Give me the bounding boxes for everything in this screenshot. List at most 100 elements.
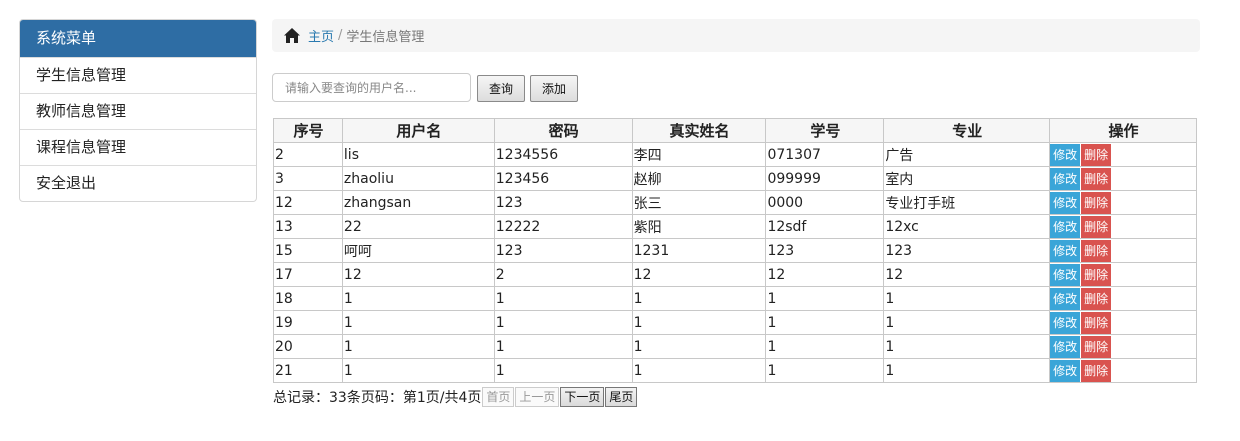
cell-major: 12 [883,262,1051,287]
delete-button[interactable]: 删除 [1081,311,1112,334]
table-row: 13 22 12222 紫阳 12sdf 12xc 修改 删除 [273,214,1197,239]
cell-id: 18 [273,286,343,311]
column-header-username: 用户名 [341,118,495,143]
column-header-id: 序号 [273,118,343,143]
sidebar-header: 系统菜单 [20,20,256,57]
cell-student-no: 071307 [765,142,885,167]
table-row: 2 lis 1234556 李四 071307 广告 修改 删除 [273,142,1197,167]
edit-button[interactable]: 修改 [1050,143,1081,166]
delete-button[interactable]: 删除 [1081,335,1112,358]
table-row: 20 1 1 1 1 1 修改 删除 [273,334,1197,359]
cell-realname: 1 [631,334,767,359]
column-header-major: 专业 [883,118,1051,143]
cell-student-no: 1 [765,358,885,383]
first-page-button[interactable]: 首页 [482,387,515,407]
cell-student-no: 123 [765,238,885,263]
cell-major: 室内 [883,166,1051,191]
cell-major: 广告 [883,142,1051,167]
cell-realname: 1 [631,286,767,311]
cell-student-no: 1 [765,334,885,359]
breadcrumb: 主页 / 学生信息管理 [272,19,1200,52]
cell-id: 3 [273,166,343,191]
cell-student-no: 12 [765,262,885,287]
cell-username: 呵呵 [341,238,495,263]
edit-button[interactable]: 修改 [1050,263,1081,286]
cell-username: lis [341,142,495,167]
add-button[interactable]: 添加 [530,75,578,102]
edit-button[interactable]: 修改 [1050,167,1081,190]
cell-actions: 修改 删除 [1049,262,1197,287]
cell-major: 1 [883,334,1051,359]
cell-actions: 修改 删除 [1049,286,1197,311]
delete-button[interactable]: 删除 [1081,359,1112,382]
delete-button[interactable]: 删除 [1081,287,1112,310]
search-input[interactable] [272,73,471,102]
cell-username: 22 [341,214,495,239]
cell-id: 20 [273,334,343,359]
cell-major: 1 [883,310,1051,335]
cell-realname: 1 [631,310,767,335]
cell-id: 13 [273,214,343,239]
edit-button[interactable]: 修改 [1050,359,1081,382]
cell-student-no: 1 [765,310,885,335]
cell-username: 1 [341,358,495,383]
breadcrumb-home-link[interactable]: 主页 [308,26,334,45]
cell-username: 1 [341,286,495,311]
cell-password: 1 [493,286,633,311]
cell-student-no: 1 [765,286,885,311]
delete-button[interactable]: 删除 [1081,239,1112,262]
cell-password: 1234556 [493,142,633,167]
column-header-password: 密码 [493,118,633,143]
cell-major: 专业打手班 [883,190,1051,215]
table-row: 15 呵呵 123 1231 123 123 修改 删除 [273,238,1197,263]
sidebar-item-teacher[interactable]: 教师信息管理 [20,93,256,129]
cell-password: 1 [493,310,633,335]
next-page-button[interactable]: 下一页 [560,387,605,407]
cell-actions: 修改 删除 [1049,238,1197,263]
pagination: 总记录：33条页码：第1页/共4页 首页 上一页 下一页 尾页 [273,386,638,408]
sidebar-item-student[interactable]: 学生信息管理 [20,57,256,93]
prev-page-button[interactable]: 上一页 [515,387,560,407]
column-header-actions: 操作 [1049,118,1197,143]
cell-password: 2 [493,262,633,287]
home-icon[interactable] [284,28,300,43]
search-button[interactable]: 查询 [477,75,525,102]
cell-password: 123 [493,238,633,263]
cell-password: 1 [493,334,633,359]
delete-button[interactable]: 删除 [1081,215,1112,238]
cell-username: zhangsan [341,190,495,215]
edit-button[interactable]: 修改 [1050,215,1081,238]
sidebar-item-logout[interactable]: 安全退出 [20,165,256,201]
edit-button[interactable]: 修改 [1050,239,1081,262]
cell-realname: 紫阳 [631,214,767,239]
edit-button[interactable]: 修改 [1050,335,1081,358]
cell-actions: 修改 删除 [1049,358,1197,383]
delete-button[interactable]: 删除 [1081,263,1112,286]
cell-actions: 修改 删除 [1049,310,1197,335]
cell-student-no: 0000 [765,190,885,215]
last-page-button[interactable]: 尾页 [605,387,638,407]
edit-button[interactable]: 修改 [1050,287,1081,310]
cell-major: 123 [883,238,1051,263]
cell-realname: 1 [631,358,767,383]
delete-button[interactable]: 删除 [1081,167,1112,190]
cell-username: 1 [341,334,495,359]
cell-id: 19 [273,310,343,335]
cell-realname: 1231 [631,238,767,263]
delete-button[interactable]: 删除 [1081,143,1112,166]
cell-password: 1 [493,358,633,383]
delete-button[interactable]: 删除 [1081,191,1112,214]
table-row: 17 12 2 12 12 12 修改 删除 [273,262,1197,287]
table-row: 18 1 1 1 1 1 修改 删除 [273,286,1197,311]
table-row: 3 zhaoliu 123456 赵柳 099999 室内 修改 删除 [273,166,1197,191]
table-row: 19 1 1 1 1 1 修改 删除 [273,310,1197,335]
sidebar-item-course[interactable]: 课程信息管理 [20,129,256,165]
cell-username: 1 [341,310,495,335]
cell-major: 12xc [883,214,1051,239]
pagination-summary: 总记录：33条页码：第1页/共4页 [273,390,482,406]
edit-button[interactable]: 修改 [1050,191,1081,214]
cell-realname: 12 [631,262,767,287]
edit-button[interactable]: 修改 [1050,311,1081,334]
cell-id: 12 [273,190,343,215]
table-row: 12 zhangsan 123 张三 0000 专业打手班 修改 删除 [273,190,1197,215]
